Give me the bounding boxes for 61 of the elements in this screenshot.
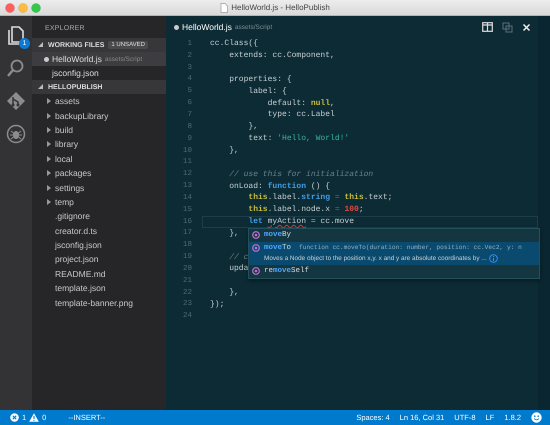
file-item[interactable]: jsconfig.json (32, 238, 166, 252)
code-line: // c (228, 252, 248, 262)
code-line: onLoad: function () { (228, 182, 330, 191)
file-item[interactable]: template-banner.png (32, 295, 166, 310)
warning-icon (29, 413, 40, 422)
caret-icon (46, 98, 52, 104)
window-close-button[interactable] (5, 2, 15, 12)
folder-item[interactable]: temp (32, 194, 166, 210)
file-item[interactable]: README.md (32, 266, 166, 282)
folder-item[interactable]: library (32, 137, 166, 152)
code-line: let myAction = cc.move (247, 217, 354, 226)
window-title: HelloWorld.js - HelloPublish (231, 3, 330, 12)
bug-icon[interactable] (6, 124, 26, 144)
code-line: }, (228, 228, 239, 238)
caret-icon (46, 170, 52, 176)
caret-icon (46, 198, 52, 205)
caret-icon (38, 42, 44, 48)
folder-item[interactable]: packages (32, 166, 166, 180)
code-line: }, (228, 146, 239, 156)
file-item[interactable]: .gitignore (32, 209, 166, 224)
search-icon[interactable] (6, 58, 26, 78)
file-item[interactable]: jsconfig.json (32, 66, 166, 80)
info-icon[interactable] (488, 254, 498, 263)
folder-item[interactable]: build (32, 122, 166, 138)
file-item[interactable]: template.json (32, 281, 166, 296)
smiley-icon[interactable] (531, 412, 542, 423)
folder-item[interactable]: backupLibrary (32, 108, 166, 123)
code-line: this.label.node.x = 100; (247, 205, 364, 214)
file-item[interactable]: project.json (32, 252, 166, 267)
close-icon[interactable] (522, 22, 531, 32)
caret-icon (46, 141, 52, 148)
folder-item[interactable]: assets (32, 94, 166, 108)
code-line: this.label.string = this.text; (247, 193, 392, 202)
code-line: default: null, (266, 98, 335, 108)
folder-item[interactable]: local (32, 152, 166, 166)
caret-icon (46, 126, 52, 133)
code-line: }, (228, 288, 239, 298)
window-zoom-button[interactable] (31, 2, 41, 12)
git-icon[interactable] (6, 91, 26, 111)
method-icon (252, 267, 260, 276)
caret-icon (46, 184, 52, 191)
folder-item[interactable]: settings (32, 180, 166, 195)
file-icon (220, 2, 228, 12)
code-line: text: 'Hello, World!' (247, 134, 350, 144)
compare-icon[interactable] (502, 22, 513, 32)
code-line: cc.Class({ (210, 39, 258, 48)
code-line: // use this for initialization (228, 170, 374, 179)
split-editor-icon[interactable] (482, 22, 493, 32)
code-line: }, (247, 122, 258, 132)
code-line: upda (228, 264, 248, 274)
caret-icon (46, 112, 52, 119)
code-line: extends: cc.Component, (228, 51, 335, 60)
files-icon[interactable] (6, 25, 26, 45)
error-icon (10, 413, 19, 422)
code-line: }); (210, 300, 224, 309)
code-line: label: { (247, 86, 287, 96)
file-item[interactable]: creator.d.ts (32, 224, 166, 238)
code-line: type: cc.Label (266, 110, 335, 120)
code-line: properties: { (228, 74, 292, 84)
caret-icon (46, 156, 52, 162)
caret-icon (38, 84, 44, 90)
